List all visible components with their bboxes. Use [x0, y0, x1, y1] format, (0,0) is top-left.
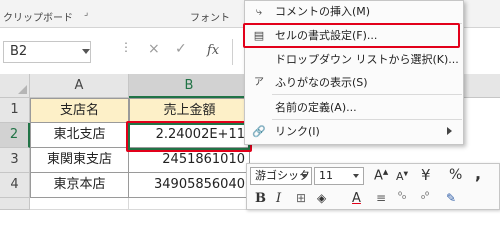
resize-handle-icon[interactable]: ⋮	[120, 40, 132, 54]
cell-a4[interactable]: 東京本店	[30, 173, 129, 198]
clipboard-group-label: クリップボード	[3, 13, 73, 24]
format-painter-icon[interactable]: ✎	[446, 191, 456, 205]
menu-item-label: ドロップダウン リストから選択(K)...	[275, 53, 459, 66]
italic-button[interactable]: I	[276, 191, 281, 206]
enter-icon[interactable]: ✓	[175, 41, 187, 57]
row-header-1[interactable]: 1	[0, 98, 30, 123]
cell-a5[interactable]	[30, 198, 129, 210]
row-header-5[interactable]	[0, 198, 30, 210]
menu-item-label: ふりがなの表示(S)	[275, 76, 368, 89]
font-group-label: フォント	[190, 13, 230, 24]
cell-b4[interactable]: 34905856040	[129, 173, 250, 198]
highlight-box-cell	[126, 121, 252, 152]
menu-separator	[272, 94, 462, 95]
increase-decimal-icon[interactable]: ⁰₀	[398, 191, 406, 202]
clipboard-launcher-icon[interactable]: ⌟	[84, 8, 88, 18]
cell-a1[interactable]: 支店名	[30, 98, 129, 123]
row-header-2[interactable]: 2	[0, 123, 30, 148]
submenu-arrow-icon	[447, 127, 452, 135]
menu-item-label: リンク(I)	[275, 125, 320, 138]
shrink-font-icon[interactable]: A▼	[396, 170, 408, 183]
font-size-value: 11	[319, 169, 333, 182]
column-header-a[interactable]: A	[30, 74, 129, 98]
menu-item-pick-from-dropdown[interactable]: ドロップダウン リストから選択(K)...	[245, 49, 463, 70]
comment-insert-icon: ⤷	[255, 5, 263, 18]
fill-color-icon[interactable]: ◈	[317, 191, 326, 205]
cell-a2[interactable]: 東北支店	[30, 123, 129, 148]
select-all-triangle-icon	[18, 85, 27, 94]
font-color-icon[interactable]: A	[352, 191, 361, 206]
link-icon: 🔗	[252, 125, 266, 138]
percent-style-icon[interactable]: %	[449, 167, 462, 183]
comma-style-icon[interactable]: ,	[475, 164, 481, 183]
name-box-dropdown-icon[interactable]	[82, 49, 90, 54]
borders-icon[interactable]: ⊞	[296, 191, 306, 205]
menu-item-label: コメントの挿入(M)	[275, 5, 371, 18]
name-box-value: B2	[10, 44, 28, 59]
bold-button[interactable]: B	[255, 191, 266, 206]
menu-item-show-phonetic[interactable]: ア ふりがなの表示(S)	[245, 72, 463, 93]
align-icon[interactable]: ≡	[376, 191, 386, 205]
chevron-down-icon	[353, 174, 359, 178]
cell-b1[interactable]: 売上金額	[129, 98, 250, 123]
menu-item-label: 名前の定義(A)...	[275, 101, 357, 114]
cell-b5[interactable]	[129, 198, 250, 210]
insert-function-icon[interactable]: fx	[207, 43, 219, 58]
menu-item-insert-comment[interactable]: ⤷ コメントの挿入(M)	[245, 1, 463, 22]
row-header-3[interactable]: 3	[0, 148, 30, 173]
column-header-b[interactable]: B	[129, 74, 250, 98]
menu-item-link[interactable]: 🔗 リンク(I)	[245, 121, 463, 142]
font-name-dropdown[interactable]: 游ゴシック	[250, 167, 312, 185]
highlight-box-menu	[243, 23, 460, 48]
cancel-icon[interactable]: ×	[148, 41, 160, 57]
decrease-decimal-icon[interactable]: ₀⁰	[421, 191, 429, 202]
grow-font-icon[interactable]: A▲	[374, 168, 388, 183]
cell-a3[interactable]: 東関東支店	[30, 148, 129, 173]
menu-item-define-name[interactable]: 名前の定義(A)...	[245, 97, 463, 118]
chevron-down-icon	[301, 174, 307, 178]
menu-separator	[272, 119, 462, 120]
row-header-4[interactable]: 4	[0, 173, 30, 198]
currency-format-icon[interactable]: ¥	[421, 166, 431, 184]
font-size-dropdown[interactable]: 11	[314, 167, 364, 185]
phonetic-icon: ア	[254, 77, 264, 88]
